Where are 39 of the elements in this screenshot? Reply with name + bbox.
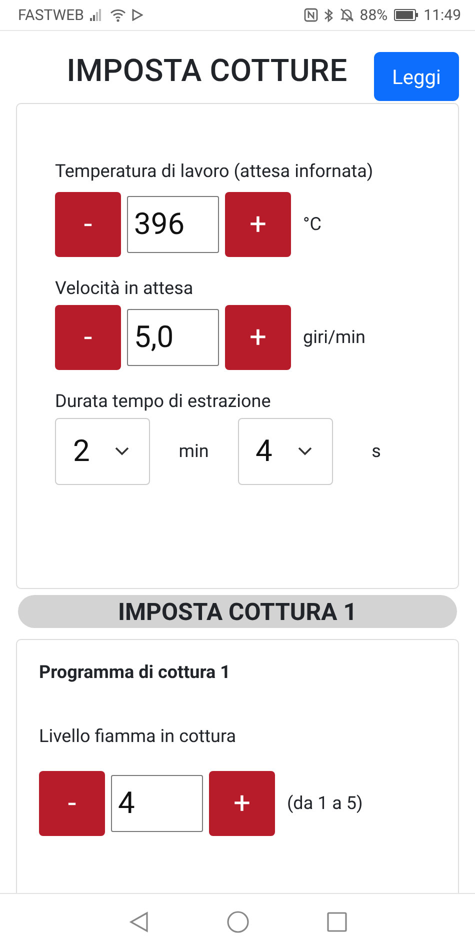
muted-bell-icon [340,8,354,22]
play-icon [132,9,143,21]
unit-label: (da 1 a 5) [287,793,363,814]
field-label: Temperatura di lavoro (attesa infornata) [55,160,374,184]
decrease-button[interactable]: - [55,192,121,257]
card-title: Programma di cottura 1 [39,662,232,683]
decrease-button[interactable]: - [55,305,121,370]
unit-label: s [370,441,382,462]
unit-label: °C [303,214,322,235]
value-input[interactable]: 5,0 [127,309,219,366]
field-label: Velocità in attesa [55,277,194,301]
battery-percent: 88% [360,6,388,24]
clock: 11:49 [424,6,461,24]
read-button[interactable]: Leggi [374,52,459,101]
value-input[interactable]: 4 [111,775,203,832]
chevron-down-icon [115,447,129,456]
field-label: Livello fiamma in cottura [39,725,238,749]
nfc-icon [304,8,318,22]
field-label: Durata tempo di estrazione [55,390,272,414]
battery-icon [394,9,418,21]
unit-label: min [178,441,210,462]
carrier-name: FASTWEB [18,6,84,24]
decrease-button[interactable]: - [39,771,105,836]
wifi-icon [110,8,126,22]
section-header: IMPOSTA COTTURA 1 [18,595,457,628]
signal-icon [90,9,104,21]
chevron-down-icon [298,447,312,456]
dropdown[interactable]: 2 [55,418,150,485]
increase-button[interactable]: + [209,771,275,836]
increase-button[interactable]: + [225,192,291,257]
recents-icon[interactable] [326,912,346,932]
page-title: IMPOSTA COTTURE [66,52,348,91]
increase-button[interactable]: + [225,305,291,370]
dropdown[interactable]: 4 [238,418,332,485]
bluetooth-icon [324,8,334,22]
home-icon[interactable] [226,911,248,933]
value-input[interactable]: 396 [127,196,219,253]
unit-label: giri/min [303,327,366,348]
back-icon[interactable] [128,911,148,933]
